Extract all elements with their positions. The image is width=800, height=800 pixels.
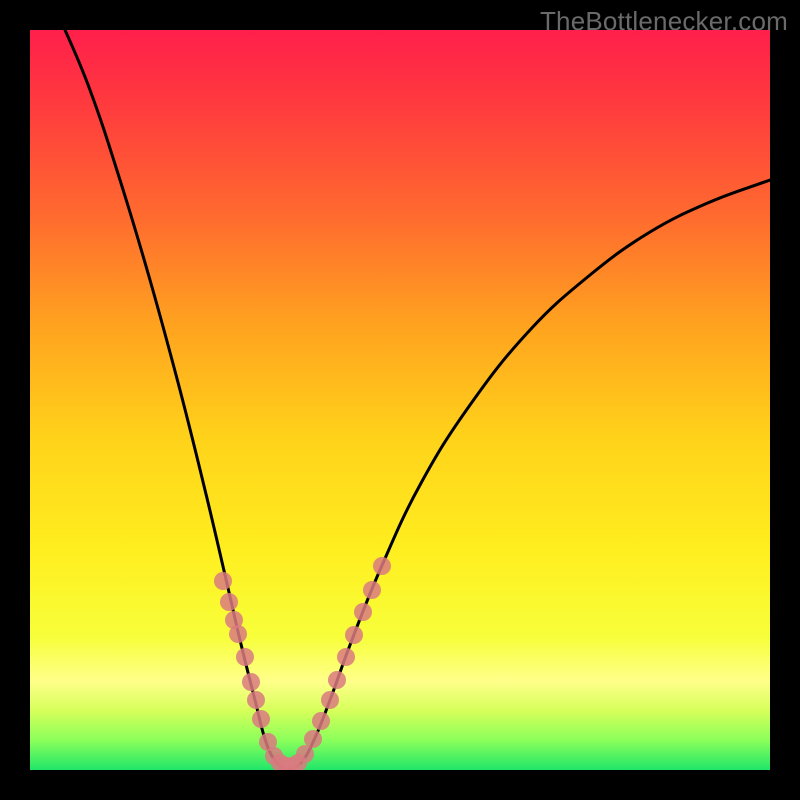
bottleneck-curve [65,30,770,769]
curve-marker [229,625,247,643]
curve-marker [328,671,346,689]
curve-marker [304,730,322,748]
curve-marker [252,710,270,728]
curve-marker [242,673,260,691]
curve-layer [30,30,770,770]
curve-marker [247,691,265,709]
curve-marker [337,648,355,666]
curve-marker [345,626,363,644]
curve-marker [236,648,254,666]
curve-marker [312,712,330,730]
plot-area [30,30,770,770]
curve-marker [373,557,391,575]
curve-marker [363,581,381,599]
curve-marker [321,691,339,709]
curve-marker [220,593,238,611]
curve-marker [214,572,232,590]
curve-markers [214,557,391,770]
chart-frame: TheBottlenecker.com [0,0,800,800]
curve-marker [354,603,372,621]
